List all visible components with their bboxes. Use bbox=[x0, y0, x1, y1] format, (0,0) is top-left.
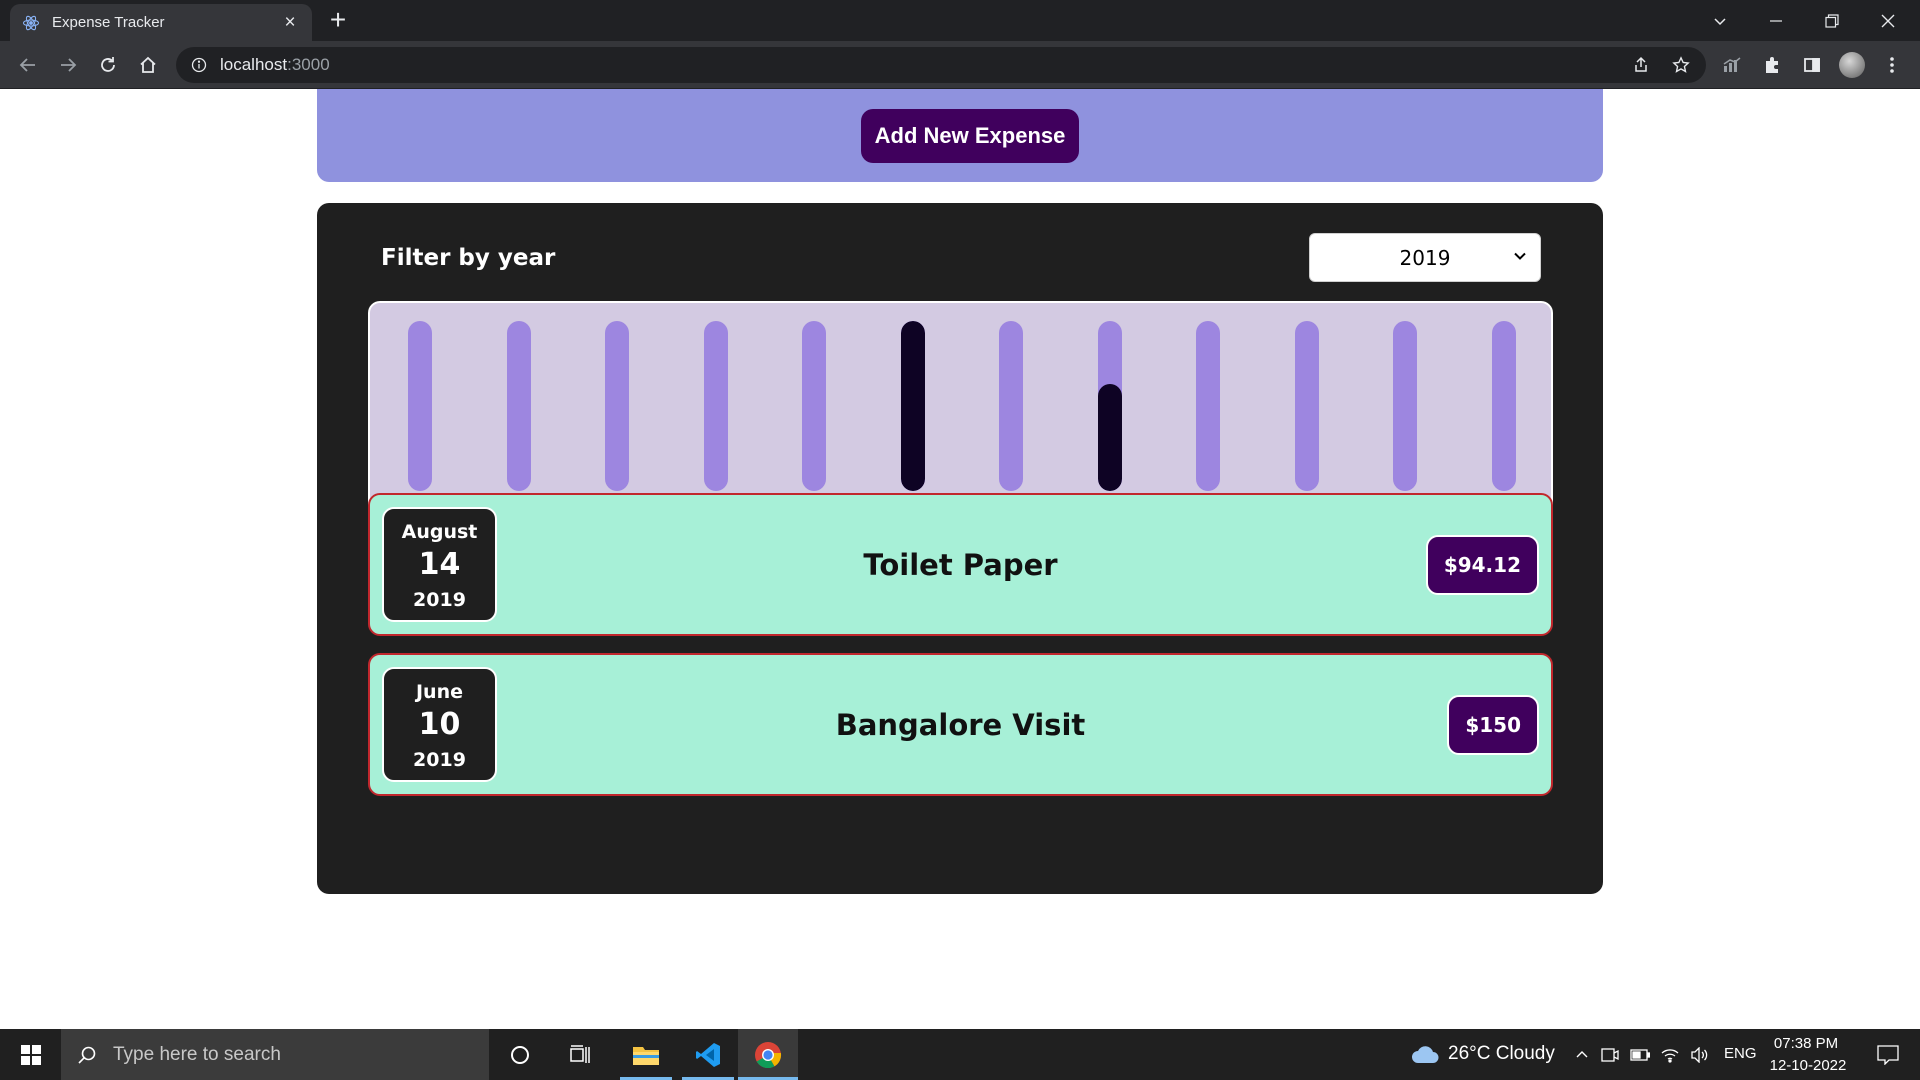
expense-title: Toilet Paper bbox=[863, 547, 1058, 582]
volume-icon[interactable] bbox=[1688, 1029, 1712, 1080]
chart-bar-fill bbox=[1097, 383, 1122, 491]
extensions-puzzle-icon[interactable] bbox=[1756, 49, 1788, 81]
chart-bar-track bbox=[999, 321, 1023, 491]
year-select[interactable]: 2019 bbox=[1309, 233, 1541, 282]
restore-icon[interactable] bbox=[1804, 0, 1860, 41]
chart-bar-track bbox=[605, 321, 629, 491]
chart-bar-track bbox=[802, 321, 826, 491]
expense-price: $94.12 bbox=[1425, 535, 1539, 595]
browser-tab-bar: Expense Tracker × + bbox=[0, 0, 1920, 41]
page-viewport: Add New Expense Filter by year 2019 JanF… bbox=[0, 89, 1920, 1029]
input-language[interactable]: ENG bbox=[1724, 1045, 1757, 1062]
browser-tab[interactable]: Expense Tracker × bbox=[10, 4, 312, 41]
url-text: localhost:3000 bbox=[220, 55, 330, 75]
expense-date-day: 14 bbox=[418, 547, 461, 582]
performance-extension-icon[interactable] bbox=[1716, 49, 1748, 81]
expense-title: Bangalore Visit bbox=[835, 707, 1086, 742]
address-bar[interactable]: localhost:3000 bbox=[176, 47, 1706, 83]
chart-bar-track bbox=[1196, 321, 1220, 491]
search-icon bbox=[77, 1045, 97, 1065]
back-icon[interactable] bbox=[12, 49, 44, 81]
forward-icon[interactable] bbox=[52, 49, 84, 81]
cortana-icon[interactable] bbox=[496, 1029, 544, 1080]
url-port: :3000 bbox=[287, 55, 330, 74]
new-tab-button[interactable]: + bbox=[324, 6, 352, 34]
menu-kebab-icon[interactable] bbox=[1876, 49, 1908, 81]
chart-bar-track bbox=[1491, 321, 1516, 491]
expense-price: $150 bbox=[1447, 695, 1539, 755]
expense-date: August 14 2019 bbox=[382, 507, 497, 622]
weather-text[interactable]: 26°C Cloudy bbox=[1448, 1043, 1555, 1065]
chart-bar-track bbox=[506, 321, 531, 491]
chart-bar-track bbox=[1393, 321, 1417, 491]
battery-icon[interactable] bbox=[1628, 1029, 1652, 1080]
chart-bar-track bbox=[1097, 321, 1122, 491]
tab-title: Expense Tracker bbox=[52, 14, 165, 31]
close-tab-icon[interactable]: × bbox=[280, 12, 300, 34]
task-view-icon[interactable] bbox=[556, 1029, 604, 1080]
windows-start-icon[interactable] bbox=[0, 1029, 61, 1080]
chart-bar-track bbox=[1294, 321, 1319, 491]
new-expense-panel: Add New Expense bbox=[317, 89, 1603, 182]
browser-toolbar: localhost:3000 bbox=[0, 41, 1920, 89]
expense-date-day: 10 bbox=[418, 707, 461, 742]
search-placeholder: Type here to search bbox=[113, 1043, 281, 1065]
close-window-icon[interactable] bbox=[1860, 0, 1916, 41]
file-explorer-icon[interactable] bbox=[618, 1029, 674, 1080]
wifi-icon[interactable] bbox=[1658, 1029, 1682, 1080]
windows-taskbar: Type here to search 26°C Cloudy ENG 07:3… bbox=[0, 1029, 1920, 1080]
chevron-down-icon bbox=[1514, 252, 1526, 260]
bookmark-star-icon[interactable] bbox=[1665, 47, 1697, 83]
chevron-up-icon[interactable] bbox=[1572, 1029, 1592, 1080]
expenses-card: Filter by year 2019 JanFebMarAprMayJunJu… bbox=[317, 203, 1603, 894]
info-icon[interactable] bbox=[190, 56, 208, 74]
expense-date-month: June bbox=[415, 681, 463, 703]
vscode-icon[interactable] bbox=[680, 1029, 736, 1080]
reload-icon[interactable] bbox=[92, 49, 124, 81]
meet-now-icon[interactable] bbox=[1598, 1029, 1622, 1080]
add-new-expense-button[interactable]: Add New Expense bbox=[861, 109, 1079, 163]
cloud-icon[interactable] bbox=[1408, 1029, 1442, 1080]
notifications-icon[interactable] bbox=[1866, 1029, 1910, 1080]
expense-item[interactable]: August 14 2019 Toilet Paper $94.12 bbox=[368, 493, 1553, 636]
expense-item[interactable]: June 10 2019 Bangalore Visit $150 bbox=[368, 653, 1553, 796]
chart-bar-track bbox=[703, 321, 728, 491]
chart-bar-fill bbox=[900, 321, 925, 491]
expense-date-year: 2019 bbox=[413, 749, 466, 771]
home-icon[interactable] bbox=[132, 49, 164, 81]
expense-date: June 10 2019 bbox=[382, 667, 497, 782]
chart-bar-track bbox=[408, 321, 432, 491]
url-host: localhost bbox=[220, 55, 288, 74]
expense-date-month: August bbox=[401, 521, 478, 543]
chrome-icon[interactable] bbox=[738, 1029, 798, 1080]
expense-date-year: 2019 bbox=[413, 589, 466, 611]
share-icon[interactable] bbox=[1625, 47, 1657, 83]
selected-year: 2019 bbox=[1399, 245, 1451, 270]
minimize-icon[interactable] bbox=[1748, 0, 1804, 41]
side-panel-icon[interactable] bbox=[1796, 49, 1828, 81]
avatar-image bbox=[1839, 52, 1865, 78]
react-icon bbox=[22, 14, 40, 32]
clock-time[interactable]: 07:38 PM bbox=[1770, 1035, 1842, 1052]
taskbar-search-box[interactable]: Type here to search bbox=[61, 1029, 489, 1080]
tab-search-icon[interactable] bbox=[1692, 0, 1748, 41]
clock-date[interactable]: 12-10-2022 bbox=[1768, 1057, 1848, 1074]
profile-avatar[interactable] bbox=[1836, 49, 1868, 81]
chart-bar-track bbox=[900, 321, 925, 491]
filter-by-year-label: Filter by year bbox=[381, 245, 556, 271]
